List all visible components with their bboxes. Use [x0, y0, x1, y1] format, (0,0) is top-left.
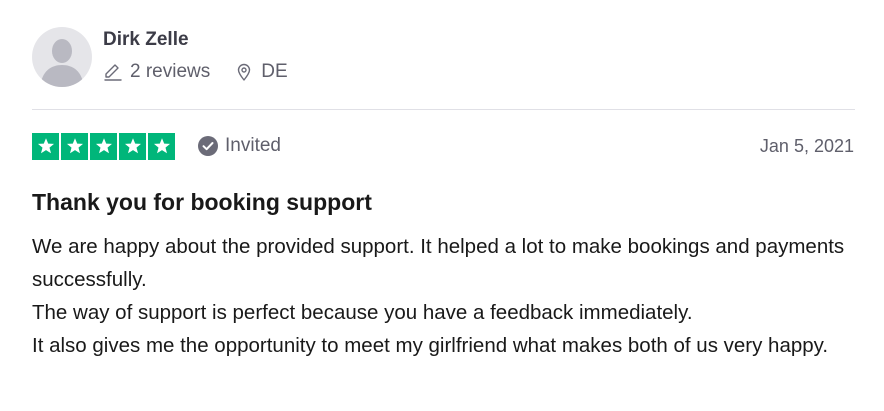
- consumer-location: DE: [234, 61, 288, 83]
- location-pin-icon: [234, 62, 254, 82]
- review-header: Invited Jan 5, 2021: [32, 132, 854, 160]
- country-label: DE: [261, 61, 288, 82]
- consumer-details: Dirk Zelle 2 reviews DE: [103, 27, 288, 83]
- review-paragraph: We are happy about the provided support.…: [32, 235, 845, 291]
- check-circle-icon: [197, 135, 219, 157]
- star-icon: [32, 132, 59, 160]
- star-icon: [61, 132, 88, 160]
- invited-label: Invited: [225, 135, 281, 156]
- review-title[interactable]: Thank you for booking support: [32, 187, 372, 217]
- review-card: Dirk Zelle 2 reviews DE Invited Jan 5, 2…: [0, 0, 884, 411]
- divider: [32, 109, 855, 110]
- star-icon: [119, 132, 146, 160]
- invited-badge[interactable]: Invited: [197, 135, 281, 157]
- review-text: We are happy about the provided support.…: [32, 230, 852, 362]
- star-icon: [90, 132, 117, 160]
- review-paragraph: The way of support is perfect because yo…: [32, 301, 693, 324]
- review-paragraph: It also gives me the opportunity to meet…: [32, 334, 829, 357]
- review-date: Jan 5, 2021: [759, 135, 854, 156]
- star-icon: [148, 132, 175, 160]
- pencil-icon: [103, 62, 123, 82]
- reviews-count-label: 2 reviews: [130, 61, 211, 82]
- reviews-count: 2 reviews: [103, 61, 210, 83]
- star-rating: [32, 132, 175, 160]
- consumer-meta: 2 reviews DE: [103, 61, 288, 83]
- consumer-name[interactable]: Dirk Zelle: [103, 28, 288, 52]
- consumer-info: Dirk Zelle 2 reviews DE: [32, 27, 288, 87]
- default-avatar-icon[interactable]: [32, 27, 92, 87]
